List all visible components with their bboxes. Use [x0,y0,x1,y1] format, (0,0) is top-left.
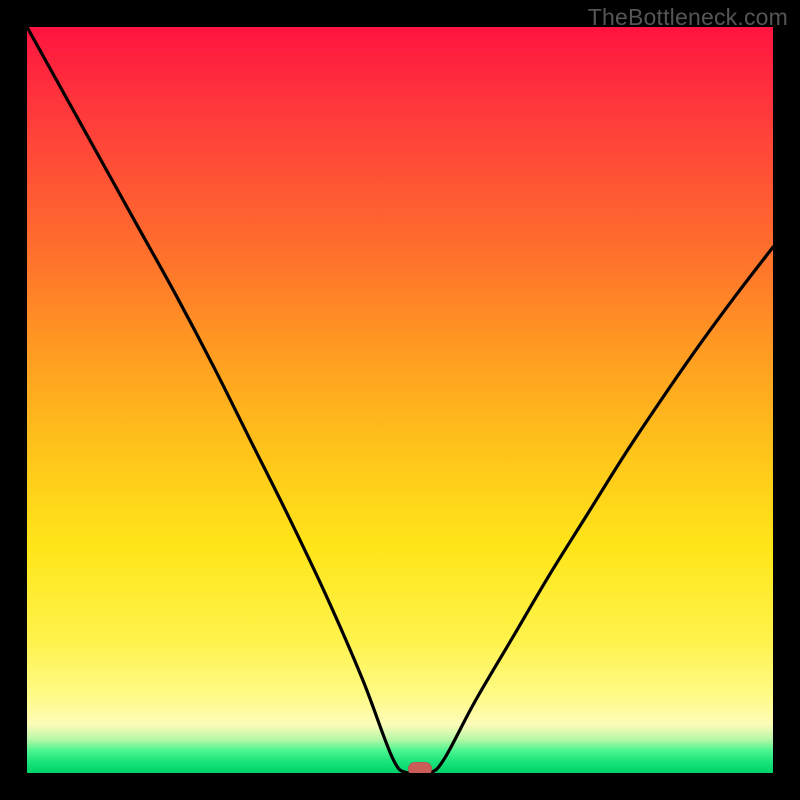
bottleneck-curve [27,27,773,773]
watermark-text: TheBottleneck.com [588,4,788,31]
optimal-marker [408,762,432,773]
chart-frame: TheBottleneck.com [0,0,800,800]
plot-area [27,27,773,773]
